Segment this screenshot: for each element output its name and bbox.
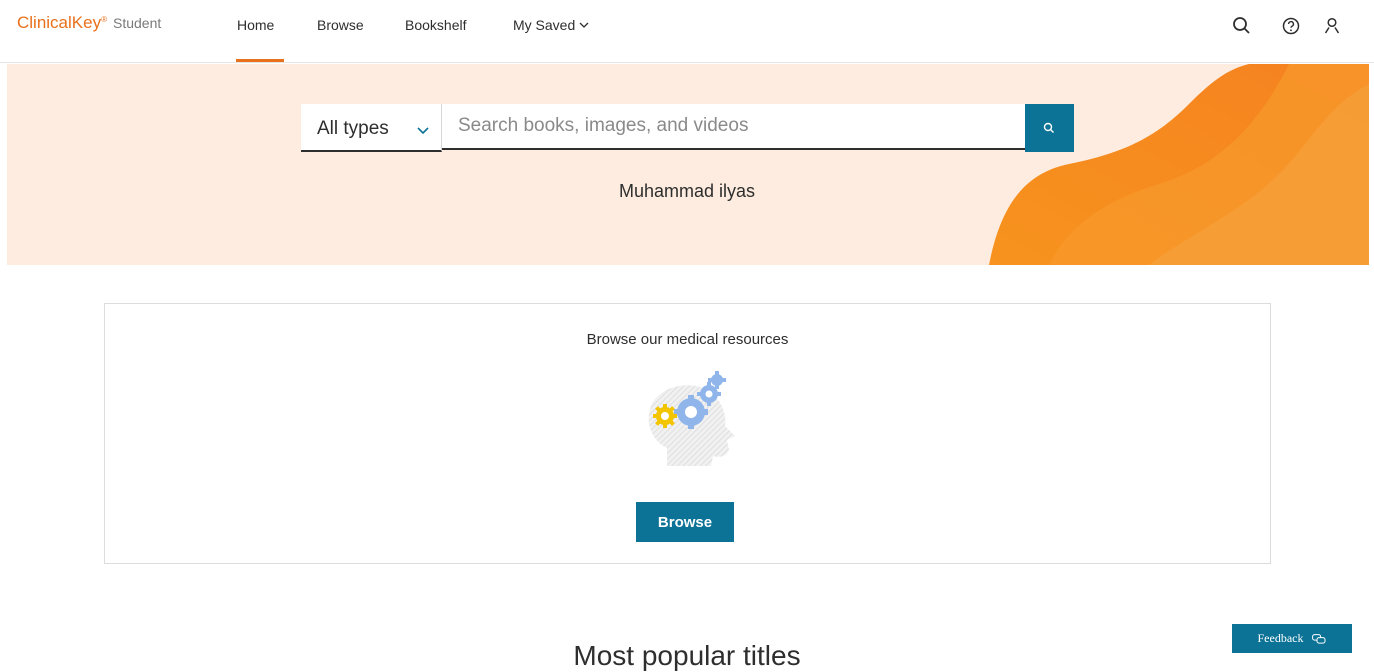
search-input[interactable]	[442, 104, 1025, 150]
brand-product: Student	[113, 15, 162, 31]
search-submit-button[interactable]	[1025, 104, 1074, 152]
nav-active-indicator	[236, 59, 284, 62]
browse-button[interactable]: Browse	[636, 502, 734, 542]
search-bar: All types	[301, 104, 1074, 152]
chevron-down-icon	[417, 122, 429, 140]
user-name: Muhammad ilyas	[618, 181, 756, 201]
top-navigation: ClinicalKey® Student Home Browse Bookshel…	[0, 0, 1374, 63]
search-icon[interactable]	[1230, 14, 1254, 38]
hero-banner	[7, 64, 1369, 265]
chevron-down-icon	[579, 16, 589, 32]
decorative-wave	[989, 64, 1369, 265]
feedback-button[interactable]: Feedback	[1232, 624, 1352, 653]
help-icon[interactable]	[1279, 14, 1303, 38]
nav-browse[interactable]: Browse	[317, 17, 364, 33]
browse-card-title: Browse our medical resources	[586, 331, 789, 348]
brand-name: ClinicalKey	[17, 13, 102, 32]
feedback-label: Feedback	[1257, 631, 1304, 645]
search-icon	[1043, 122, 1054, 133]
nav-bookshelf[interactable]: Bookshelf	[405, 17, 466, 33]
nav-my-saved-label: My Saved	[513, 17, 576, 33]
brand-logo[interactable]: ClinicalKey® Student	[17, 13, 161, 33]
brand-mark: ®	[101, 15, 107, 24]
nav-home[interactable]: Home	[237, 17, 274, 33]
section-title: Most popular titles	[573, 640, 801, 671]
user-icon[interactable]	[1320, 14, 1344, 38]
head-gears-illustration	[648, 371, 735, 466]
browse-resources-card: Browse our medical resources Browse	[104, 303, 1271, 564]
chat-bubbles-icon	[1312, 634, 1326, 644]
nav-my-saved[interactable]: My Saved	[513, 17, 589, 34]
content-type-select[interactable]: All types	[301, 104, 442, 152]
content-type-value: All types	[317, 118, 389, 139]
